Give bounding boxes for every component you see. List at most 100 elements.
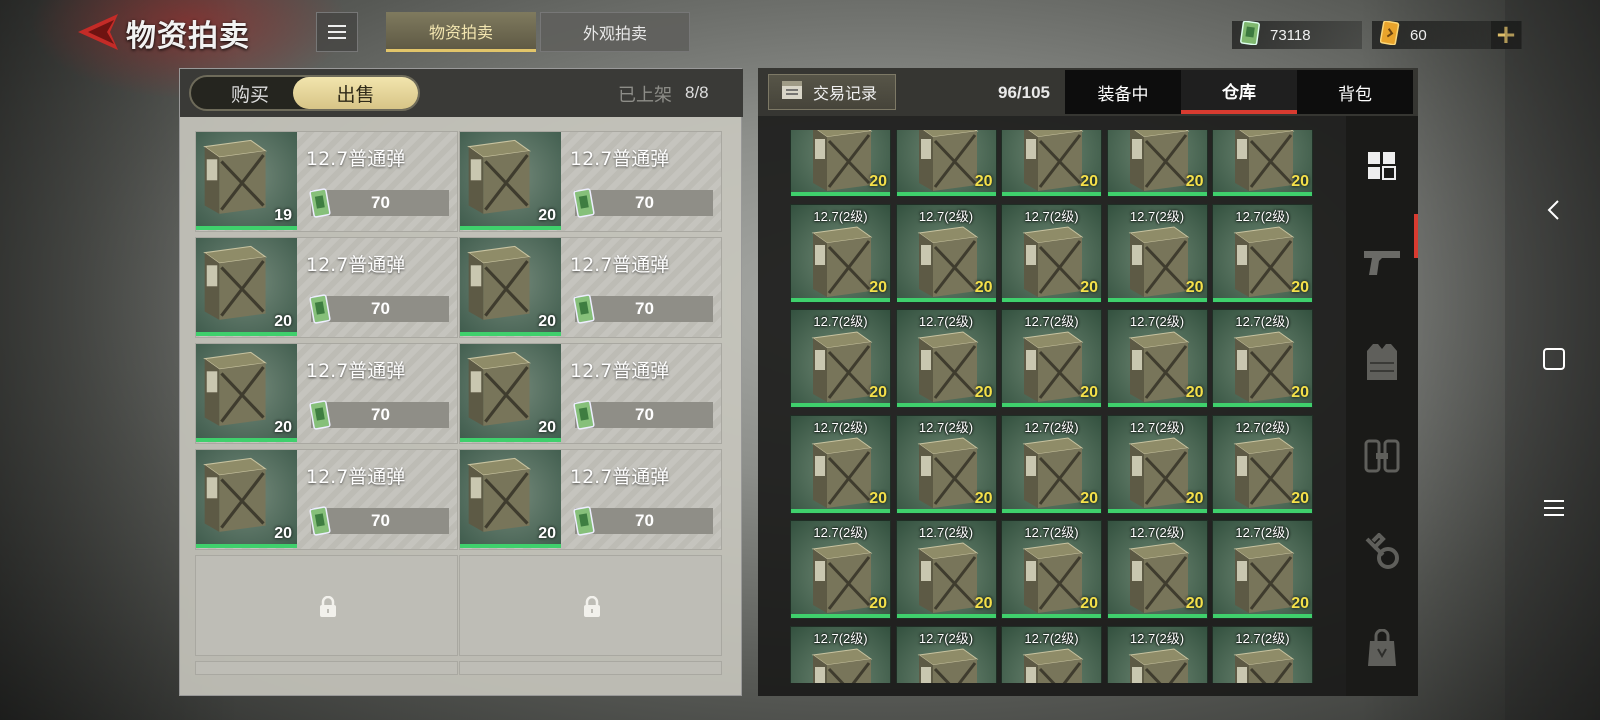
inventory-item[interactable]: 12.7(2级) 20 xyxy=(790,414,891,514)
inventory-item[interactable]: 12.7(2级) xyxy=(1001,625,1102,683)
listing-slot[interactable]: 20 12.7普通弹 70 xyxy=(459,449,722,550)
inventory-capacity: 96/105 xyxy=(998,83,1050,102)
inventory-item[interactable]: 12.7(2级) 20 xyxy=(1106,309,1208,408)
locked-slot xyxy=(459,661,722,675)
tab-backpack[interactable]: 背包 xyxy=(1297,70,1413,114)
listing-slot[interactable]: 20 12.7普通弹 70 xyxy=(195,343,458,444)
inventory-grid: 20 20 20 20 20 12.7(2级) 20 12.7(2级) 20 1… xyxy=(790,130,1315,683)
home-square-icon[interactable] xyxy=(1542,347,1566,371)
sell-toggle[interactable]: 出售 xyxy=(293,77,418,109)
inventory-item[interactable]: 12.7(2级) 20 xyxy=(1106,520,1208,619)
quality-bar xyxy=(1213,192,1312,196)
inventory-item[interactable]: 12.7(2级) 20 xyxy=(1001,520,1102,619)
inventory-item[interactable]: 12.7(2级) 20 xyxy=(790,309,891,408)
inventory-item[interactable]: 20 xyxy=(1212,130,1313,197)
item-label: 12.7(2级) xyxy=(1235,525,1290,540)
listing-item-name: 12.7普通弹 xyxy=(306,360,406,382)
listing-slot[interactable]: 20 12.7普通弹 70 xyxy=(195,449,458,550)
item-label: 12.7(2级) xyxy=(1024,314,1079,329)
listing-slot[interactable]: 20 12.7普通弹 70 xyxy=(459,237,722,338)
item-label: 12.7(2级) xyxy=(918,419,974,435)
grid-icon[interactable] xyxy=(1360,144,1404,188)
ammo-box-image: 20 xyxy=(196,238,297,336)
inventory-item[interactable]: 12.7(2级) 20 xyxy=(895,309,997,408)
inventory-item[interactable]: 12.7(2级) 20 xyxy=(1001,414,1102,514)
inventory-item[interactable]: 12.7(2级) 20 xyxy=(1106,414,1208,514)
cash-icon xyxy=(309,400,331,434)
inventory-item[interactable]: 12.7(2级) 20 xyxy=(1106,203,1208,303)
item-label: 12.7(2级) xyxy=(1024,630,1079,646)
inventory-item[interactable]: 12.7(2级) 20 xyxy=(1212,309,1313,408)
inventory-item[interactable]: 12.7(2级) 20 xyxy=(790,203,891,303)
inventory-item[interactable]: 12.7(2级) xyxy=(790,625,891,683)
item-count: 20 xyxy=(1291,595,1309,612)
trade-record-label: 交易记录 xyxy=(813,84,878,103)
item-label: 12.7(2级) xyxy=(1235,419,1290,435)
inventory-item[interactable]: 12.7(2级) 20 xyxy=(1001,309,1102,408)
inventory-item[interactable]: 12.7(2级) 20 xyxy=(1001,203,1102,303)
sell-panel-header: 购买 出售 已上架 8/8 xyxy=(180,69,743,117)
quality-bar xyxy=(1213,297,1312,302)
inventory-item[interactable]: 12.7(2级) 20 xyxy=(895,414,997,514)
ledger-icon xyxy=(781,80,803,104)
quality-bar xyxy=(1213,403,1312,407)
inventory-item[interactable]: 12.7(2级) 20 xyxy=(1212,414,1313,514)
listing-item-name: 12.7普通弹 xyxy=(570,148,670,170)
listing-price-bar: 70 xyxy=(311,190,449,216)
menu-lines-icon[interactable] xyxy=(1542,496,1566,520)
inventory-item[interactable]: 12.7(2级) 20 xyxy=(1212,520,1313,619)
inventory-item[interactable]: 12.7(2级) xyxy=(1212,625,1313,683)
back-arrow-icon[interactable] xyxy=(1542,198,1566,222)
inventory-item[interactable]: 12.7(2级) xyxy=(895,625,997,683)
buy-toggle[interactable]: 购买 xyxy=(191,77,309,109)
inventory-item[interactable]: 20 xyxy=(790,130,891,197)
quality-bar xyxy=(1002,508,1101,513)
listing-quantity: 20 xyxy=(538,207,556,224)
tab-equipped[interactable]: 装备中 xyxy=(1065,70,1181,114)
money-value: 73118 xyxy=(1270,26,1311,44)
item-count: 20 xyxy=(974,278,993,296)
inventory-item[interactable]: 20 xyxy=(1106,130,1208,197)
wrench-gear-icon[interactable] xyxy=(1360,530,1404,574)
cash-icon xyxy=(573,506,595,540)
trade-record-button[interactable]: 交易记录 xyxy=(768,74,896,110)
sell-panel: 购买 出售 已上架 8/8 19 12.7普通弹 70 20 12.7普通弹 7… xyxy=(179,68,743,696)
tab-supply-auction[interactable]: 物资拍卖 xyxy=(386,12,536,52)
item-label: 12.7(2级) xyxy=(918,208,974,224)
listing-quantity: 20 xyxy=(274,313,292,330)
tab-appearance-auction[interactable]: 外观拍卖 xyxy=(540,12,690,52)
item-count: 20 xyxy=(869,278,887,296)
item-count: 20 xyxy=(1080,489,1098,507)
inventory-item[interactable]: 12.7(2级) 20 xyxy=(895,203,997,303)
quality-bar xyxy=(460,438,561,442)
ammo-clip-icon[interactable] xyxy=(1360,434,1404,478)
listing-price: 70 xyxy=(635,299,654,318)
item-count: 20 xyxy=(869,489,887,507)
listing-slot[interactable]: 20 12.7普通弹 70 xyxy=(459,343,722,444)
back-arrow-icon[interactable] xyxy=(74,12,120,52)
tab-warehouse[interactable]: 仓库 xyxy=(1181,70,1297,114)
listing-slot[interactable]: 19 12.7普通弹 70 xyxy=(195,131,458,232)
inventory-item[interactable]: 12.7(2级) 20 xyxy=(790,520,891,619)
money-balance: 73118 xyxy=(1232,20,1362,49)
listing-slot[interactable]: 20 12.7普通弹 70 xyxy=(459,131,722,232)
inventory-item[interactable]: 20 xyxy=(895,130,997,197)
pistol-icon[interactable] xyxy=(1360,240,1404,284)
item-label: 12.7(2级) xyxy=(813,208,868,224)
bag-icon[interactable] xyxy=(1360,626,1404,670)
inventory-item[interactable]: 20 xyxy=(1001,130,1102,197)
inventory-item[interactable]: 12.7(2级) xyxy=(1106,625,1208,683)
item-count: 20 xyxy=(1080,384,1098,401)
inventory-item[interactable]: 12.7(2级) 20 xyxy=(1212,203,1313,303)
inventory-item[interactable]: 12.7(2级) 20 xyxy=(895,520,997,619)
listing-price: 70 xyxy=(635,193,654,212)
item-count: 20 xyxy=(1291,278,1309,296)
listing-slot[interactable]: 20 12.7普通弹 70 xyxy=(195,237,458,338)
lock-icon xyxy=(318,595,338,622)
listing-price: 70 xyxy=(371,193,390,212)
item-count: 20 xyxy=(974,595,993,612)
item-label: 12.7(2级) xyxy=(813,630,868,646)
listing-item-name: 12.7普通弹 xyxy=(570,254,670,276)
vest-icon[interactable] xyxy=(1360,340,1404,384)
menu-icon[interactable] xyxy=(316,12,358,52)
